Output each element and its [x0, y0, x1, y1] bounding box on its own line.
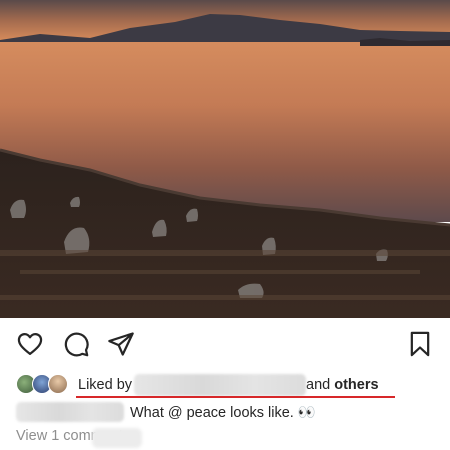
heart-icon [17, 332, 43, 356]
highlight-underline [76, 396, 395, 398]
paper-plane-icon [108, 332, 134, 356]
comment-button[interactable] [62, 330, 92, 360]
post-caption: What @ peace looks like. 👀 [16, 400, 436, 424]
save-button[interactable] [406, 330, 436, 360]
sunset-lake-image [0, 0, 450, 318]
liked-by-text: Liked by and others [72, 374, 379, 396]
likes-summary[interactable]: Liked by and others [16, 372, 436, 398]
redacted-comment-overlay [92, 428, 142, 448]
redacted-author-username[interactable] [16, 402, 124, 422]
redacted-username [134, 374, 307, 396]
liked-by-and: and [306, 377, 331, 393]
post-action-bar [0, 330, 450, 360]
post-photo[interactable] [0, 0, 450, 318]
avatar [48, 374, 68, 394]
bookmark-icon [410, 331, 430, 357]
share-button[interactable] [107, 330, 137, 360]
comment-bubble-icon [64, 332, 89, 357]
caption-text: What @ peace looks like. 👀 [130, 404, 316, 421]
liker-avatars [16, 374, 72, 396]
liked-by-prefix: Liked by [78, 377, 133, 393]
liked-by-others-link[interactable]: others [334, 377, 378, 393]
like-button[interactable] [16, 330, 46, 360]
